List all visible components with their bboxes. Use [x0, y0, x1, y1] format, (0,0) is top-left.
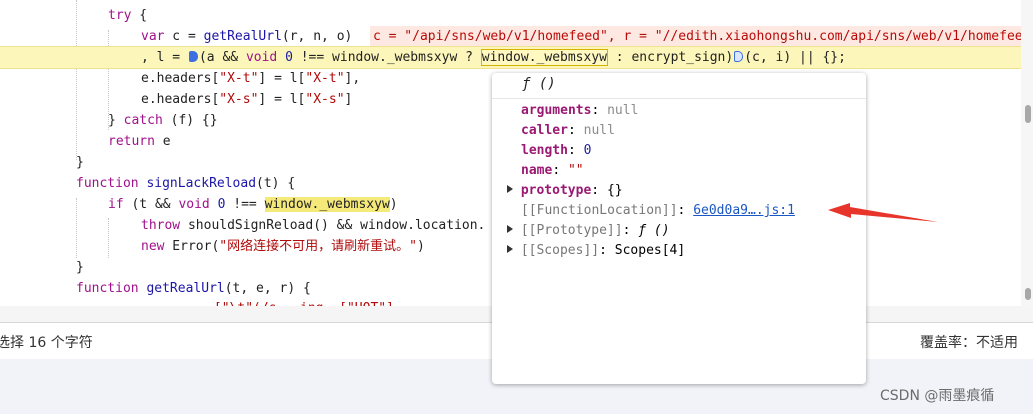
- scrollbar-thumb[interactable]: [1025, 105, 1031, 123]
- coverage-status[interactable]: 覆盖率：不适用: [920, 332, 1018, 352]
- property-row: length: 0: [521, 143, 592, 158]
- scopes-row[interactable]: [[Scopes]]: Scopes[4]: [507, 241, 685, 261]
- hovered-expression[interactable]: window._webmsxyw: [480, 49, 608, 66]
- selection-count: 选择 16 个字符: [0, 335, 93, 351]
- expand-triangle-icon[interactable]: [507, 225, 513, 233]
- breakpoint-marker-icon[interactable]: [734, 51, 744, 62]
- function-signature: ƒ (): [522, 76, 556, 92]
- popover-header: ƒ (): [492, 73, 866, 99]
- prototype-row[interactable]: [[Prototype]]: ƒ (): [507, 221, 670, 241]
- annotation-arrow-icon: [828, 203, 938, 222]
- code-line-paused: , l = (a && void 0 !== window._webmsxyw …: [0, 46, 1033, 69]
- function-location-row: [[FunctionLocation]]: 6e0d0a9….js:1: [521, 203, 795, 218]
- watermark: CSDN @雨墨痕循: [880, 388, 995, 404]
- property-row: arguments: null: [521, 103, 639, 118]
- inline-value-hint: c = "/api/sns/web/v1/homefeed", r = "//e…: [370, 26, 1026, 47]
- code-line: try {: [108, 8, 148, 23]
- vertical-scrollbar[interactable]: [1021, 0, 1033, 306]
- expand-triangle-icon[interactable]: [507, 245, 513, 253]
- function-location-link[interactable]: 6e0d0a9….js:1: [693, 203, 795, 218]
- property-row-expandable[interactable]: prototype: {}: [507, 181, 623, 201]
- scrollbar-thumb[interactable]: [1025, 288, 1031, 300]
- search-match-highlight: window._webmsxyw: [264, 197, 390, 212]
- code-line: var c = getRealUrl(r, n, o) c = "/api/sns…: [0, 26, 1033, 47]
- object-preview-popover[interactable]: ƒ () arguments: null caller: null length…: [492, 73, 866, 384]
- breakpoint-marker-icon[interactable]: [188, 51, 198, 62]
- expand-triangle-icon[interactable]: [507, 185, 513, 193]
- property-row: name: "": [521, 163, 584, 178]
- property-row: caller: null: [521, 123, 615, 138]
